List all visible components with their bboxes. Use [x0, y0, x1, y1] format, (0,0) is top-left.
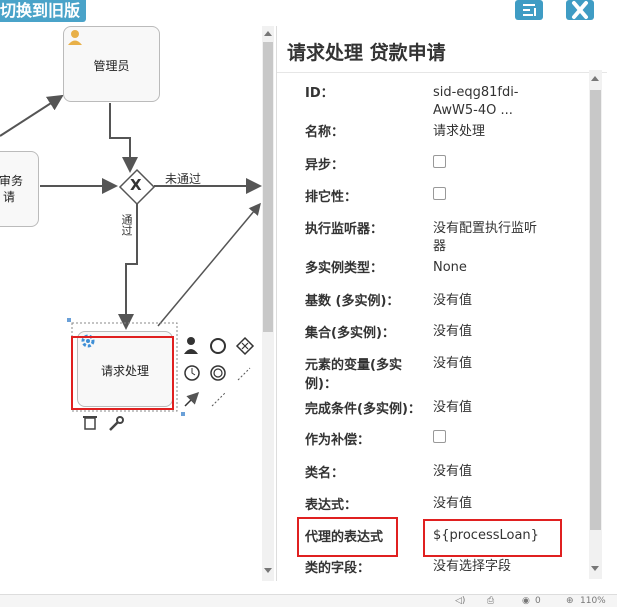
prop-value-name[interactable]: 请求处理	[433, 123, 485, 141]
prop-label-multi-type: 多实例类型：	[305, 261, 384, 276]
prop-value-id[interactable]: sid-eqg81fdi-	[433, 84, 519, 102]
notification-icon[interactable]: ◉	[522, 595, 530, 607]
admin-task-label: 管理员	[93, 59, 130, 73]
process-canvas[interactable]: 管理员 审务 请 X 未通过 通过 请求处理	[0, 26, 262, 581]
prop-value-listener[interactable]: 没有配置执行监听	[433, 220, 537, 238]
delegate-label-highlight	[297, 517, 398, 557]
left-task-label-1: 审务	[0, 174, 24, 188]
scroll-up-icon[interactable]	[264, 31, 272, 36]
prop-value-class-fields[interactable]: 没有选择字段	[433, 558, 511, 576]
edge-request-out	[157, 202, 261, 327]
prop-label-expression: 表达式：	[305, 498, 358, 513]
top-toolbar: 切换到旧版	[0, 0, 617, 24]
close-icon[interactable]	[566, 0, 594, 20]
status-bar: ◁) ⎙ ◉ 0 ⊕ 110%	[0, 594, 617, 607]
scrollbar-thumb[interactable]	[590, 90, 601, 530]
prop-value-completion[interactable]: 没有值	[433, 399, 472, 417]
delete-icon[interactable]	[83, 416, 97, 430]
scroll-down-icon[interactable]	[264, 568, 272, 573]
zoom-level[interactable]: 110%	[580, 595, 606, 607]
switch-old-version-button[interactable]: 切换到旧版	[0, 0, 87, 22]
left-task-label-2: 请	[3, 190, 16, 204]
prop-label-compensation: 作为补偿：	[305, 433, 371, 448]
admin-task-node[interactable]: 管理员	[63, 26, 160, 102]
association-icon[interactable]	[237, 367, 251, 381]
scroll-down-icon[interactable]	[591, 566, 599, 571]
user-task-icon[interactable]	[184, 337, 198, 354]
left-task-node[interactable]: 审务 请	[0, 151, 39, 227]
prop-label-cardinality: 基数 (多实例)：	[305, 294, 400, 309]
resize-handle-br[interactable]	[181, 412, 185, 416]
end-event-icon[interactable]	[210, 338, 226, 354]
scrollbar-thumb[interactable]	[263, 42, 273, 332]
edge-to-admin	[0, 94, 64, 137]
prop-label-id: ID：	[305, 86, 334, 101]
prop-label-element-var-line2: 例)：	[305, 377, 337, 392]
print-icon[interactable]: ⎙	[487, 595, 494, 607]
layout-icon[interactable]	[515, 0, 543, 20]
prop-label-classname: 类名：	[305, 466, 345, 481]
prop-value-classname[interactable]: 没有值	[433, 463, 472, 481]
fail-flow-label: 未通过	[165, 172, 202, 186]
prop-label-completion: 完成条件(多实例)：	[305, 402, 421, 417]
properties-scrollbar[interactable]	[589, 70, 602, 579]
prop-label-name: 名称：	[305, 125, 345, 140]
properties-divider	[277, 72, 607, 73]
gateway-palette-icon[interactable]	[235, 336, 255, 356]
edge-admin-to-gateway	[109, 103, 138, 173]
prop-label-async: 异步：	[305, 158, 345, 173]
timer-event-icon[interactable]	[184, 365, 200, 381]
intermediate-event-icon[interactable]	[210, 365, 226, 381]
prop-label-class-fields: 类的字段：	[305, 561, 371, 576]
prop-label-listener: 执行监听器：	[305, 222, 384, 237]
prop-value-multi-type[interactable]: None	[433, 259, 467, 277]
delegate-value-highlight	[423, 519, 562, 557]
prop-value-id-line2[interactable]: AwW5-4O ...	[433, 102, 513, 120]
prop-value-collection[interactable]: 没有值	[433, 323, 472, 341]
compensation-checkbox[interactable]	[433, 430, 446, 443]
notification-count: 0	[535, 596, 541, 606]
gateway-x-symbol: X	[130, 176, 142, 194]
exclusive-checkbox[interactable]	[433, 187, 446, 200]
prop-value-expression[interactable]: 没有值	[433, 495, 472, 513]
prop-label-element-var: 元素的变量(多实	[305, 358, 402, 373]
prop-value-element-var[interactable]: 没有值	[433, 355, 472, 373]
properties-panel: 请求处理 贷款申请 ID： sid-eqg81fdi- AwW5-4O ... …	[276, 26, 607, 581]
speaker-icon[interactable]: ◁)	[455, 595, 465, 607]
wrench-icon[interactable]	[109, 416, 124, 431]
sequence-flow-icon[interactable]	[184, 391, 200, 407]
prop-value-listener-line2[interactable]: 器	[433, 238, 446, 256]
prop-label-collection: 集合(多实例)：	[305, 326, 395, 341]
zoom-icon[interactable]: ⊕	[566, 595, 574, 607]
dashed-flow-icon[interactable]	[211, 391, 227, 407]
async-checkbox[interactable]	[433, 155, 446, 168]
properties-title: 请求处理 贷款申请	[287, 42, 446, 64]
pass-flow-label: 通过	[120, 214, 133, 236]
request-node-highlight	[71, 336, 174, 410]
prop-value-cardinality[interactable]: 没有值	[433, 292, 472, 310]
canvas-scrollbar[interactable]	[262, 26, 274, 581]
resize-handle-tl[interactable]	[67, 318, 71, 322]
prop-label-exclusive: 排它性：	[305, 190, 358, 205]
scroll-up-icon[interactable]	[591, 76, 599, 81]
